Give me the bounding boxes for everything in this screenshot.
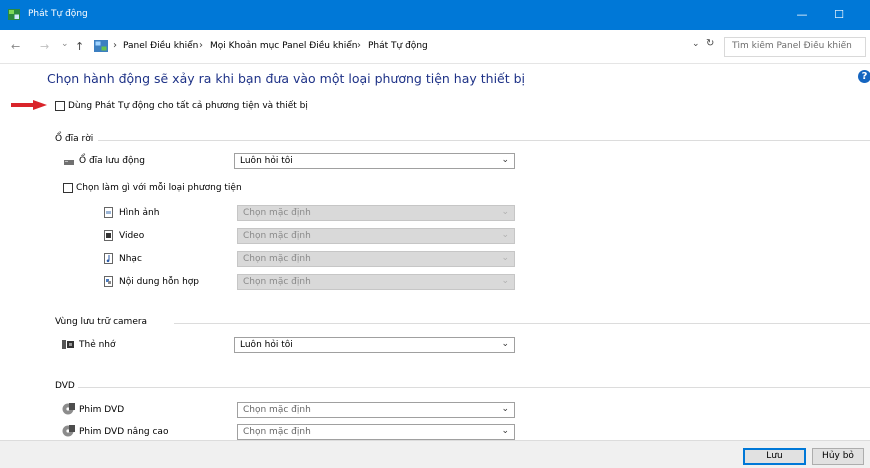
media-label-pictures: Hình ảnh xyxy=(119,208,160,218)
group-divider xyxy=(174,323,870,324)
back-button[interactable]: ← xyxy=(11,40,20,53)
crumb-control-panel[interactable]: Panel Điều khiển xyxy=(123,41,198,51)
search-input[interactable] xyxy=(725,38,860,54)
forward-button[interactable]: → xyxy=(40,40,49,53)
video-select[interactable]: Chọn mặc định ⌄ xyxy=(237,228,515,244)
pictures-select[interactable]: Chọn mặc định ⌄ xyxy=(237,205,515,221)
maximize-button[interactable]: ☐ xyxy=(826,5,852,25)
picture-file-icon xyxy=(104,207,113,218)
media-label-video: Video xyxy=(119,231,145,241)
media-label-mixed: Nội dung hỗn hợp xyxy=(119,277,199,287)
search-box[interactable] xyxy=(724,37,866,57)
use-autoplay-checkbox[interactable] xyxy=(55,101,65,111)
breadcrumb-separator: › xyxy=(113,40,117,51)
breadcrumb-separator: › xyxy=(199,40,203,51)
chevron-down-icon: ⌄ xyxy=(501,207,509,217)
chevron-down-icon: ⌄ xyxy=(501,253,509,263)
refresh-button[interactable]: ↻ xyxy=(706,38,714,49)
choose-each-media-label: Chọn làm gì với mỗi loại phương tiện xyxy=(76,183,242,193)
chevron-down-icon: ⌄ xyxy=(501,404,509,414)
removable-drive-value: Luôn hỏi tôi xyxy=(240,156,293,166)
crumb-autoplay[interactable]: Phát Tự động xyxy=(368,41,428,51)
dvd-movie-value: Chọn mặc định xyxy=(243,405,311,415)
chevron-down-icon: ⌄ xyxy=(501,426,509,436)
chevron-down-icon: ⌄ xyxy=(501,230,509,240)
memory-card-select[interactable]: Luôn hỏi tôi ⌄ xyxy=(234,337,515,353)
enhanced-dvd-select[interactable]: Chọn mặc định ⌄ xyxy=(237,424,515,440)
cancel-button[interactable]: Hủy bỏ xyxy=(812,448,864,465)
group-divider xyxy=(98,140,870,141)
video-value: Chọn mặc định xyxy=(243,231,311,241)
address-bar: ← → ⌄ ↑ › Panel Điều khiển › Mọi Khoản m… xyxy=(0,30,870,64)
dvd-movie-select[interactable]: Chọn mặc định ⌄ xyxy=(237,402,515,418)
memory-card-label: Thẻ nhớ xyxy=(79,340,116,350)
title-bar: Phát Tự động — ☐ xyxy=(0,0,870,30)
mixed-content-value: Chọn mặc định xyxy=(243,277,311,287)
dvd-group-label: DVD xyxy=(55,381,75,391)
dvd-movie-label: Phim DVD xyxy=(79,405,125,415)
save-button[interactable]: Lưu xyxy=(743,448,806,465)
chevron-down-icon: ⌄ xyxy=(501,155,509,165)
window-title: Phát Tự động xyxy=(28,9,88,19)
up-button[interactable]: ↑ xyxy=(75,40,84,53)
group-divider xyxy=(78,387,870,388)
removable-drive-label: Ổ đĩa lưu động xyxy=(79,156,145,166)
video-file-icon xyxy=(104,230,113,241)
music-select[interactable]: Chọn mặc định ⌄ xyxy=(237,251,515,267)
enhanced-dvd-value: Chọn mặc định xyxy=(243,427,311,437)
removable-drive-select[interactable]: Luôn hỏi tôi ⌄ xyxy=(234,153,515,169)
red-arrow-icon xyxy=(11,100,47,110)
media-label-music: Nhạc xyxy=(119,254,142,264)
pictures-value: Chọn mặc định xyxy=(243,208,311,218)
breadcrumb: › Panel Điều khiển › Mọi Khoản mục Panel… xyxy=(92,38,704,56)
dvd-drive-icon xyxy=(62,403,75,415)
choose-each-media-checkbox[interactable] xyxy=(63,183,73,193)
enhanced-dvd-icon xyxy=(62,425,75,437)
mixed-content-select[interactable]: Chọn mặc định ⌄ xyxy=(237,274,515,290)
minimize-button[interactable]: — xyxy=(789,5,815,25)
music-value: Chọn mặc định xyxy=(243,254,311,264)
removable-drives-group-label: Ổ đĩa rời xyxy=(55,134,94,144)
crumb-all-items[interactable]: Mọi Khoản mục Panel Điều khiển xyxy=(210,41,357,51)
memory-card-value: Luôn hỏi tôi xyxy=(240,340,293,350)
footer-bar: Lưu Hủy bỏ xyxy=(0,440,870,468)
use-autoplay-label: Dùng Phát Tự động cho tất cả phương tiện… xyxy=(68,101,308,111)
autoplay-app-icon xyxy=(8,9,20,20)
control-panel-icon xyxy=(94,40,108,52)
help-button[interactable]: ? xyxy=(858,70,870,83)
enhanced-dvd-label: Phim DVD nâng cao xyxy=(79,427,169,437)
breadcrumb-separator: › xyxy=(357,40,361,51)
camera-storage-group-label: Vùng lưu trữ camera xyxy=(55,317,148,327)
removable-drive-icon xyxy=(64,160,74,165)
chevron-down-icon: ⌄ xyxy=(501,276,509,286)
recent-locations-button[interactable]: ⌄ xyxy=(61,39,69,49)
chevron-down-icon: ⌄ xyxy=(501,339,509,349)
music-file-icon xyxy=(104,253,113,264)
address-history-dropdown[interactable]: ⌄ xyxy=(692,39,700,49)
memory-card-icon xyxy=(62,340,74,349)
page-heading: Chọn hành động sẽ xảy ra khi bạn đưa vào… xyxy=(47,71,526,86)
mixed-content-icon xyxy=(104,276,113,287)
